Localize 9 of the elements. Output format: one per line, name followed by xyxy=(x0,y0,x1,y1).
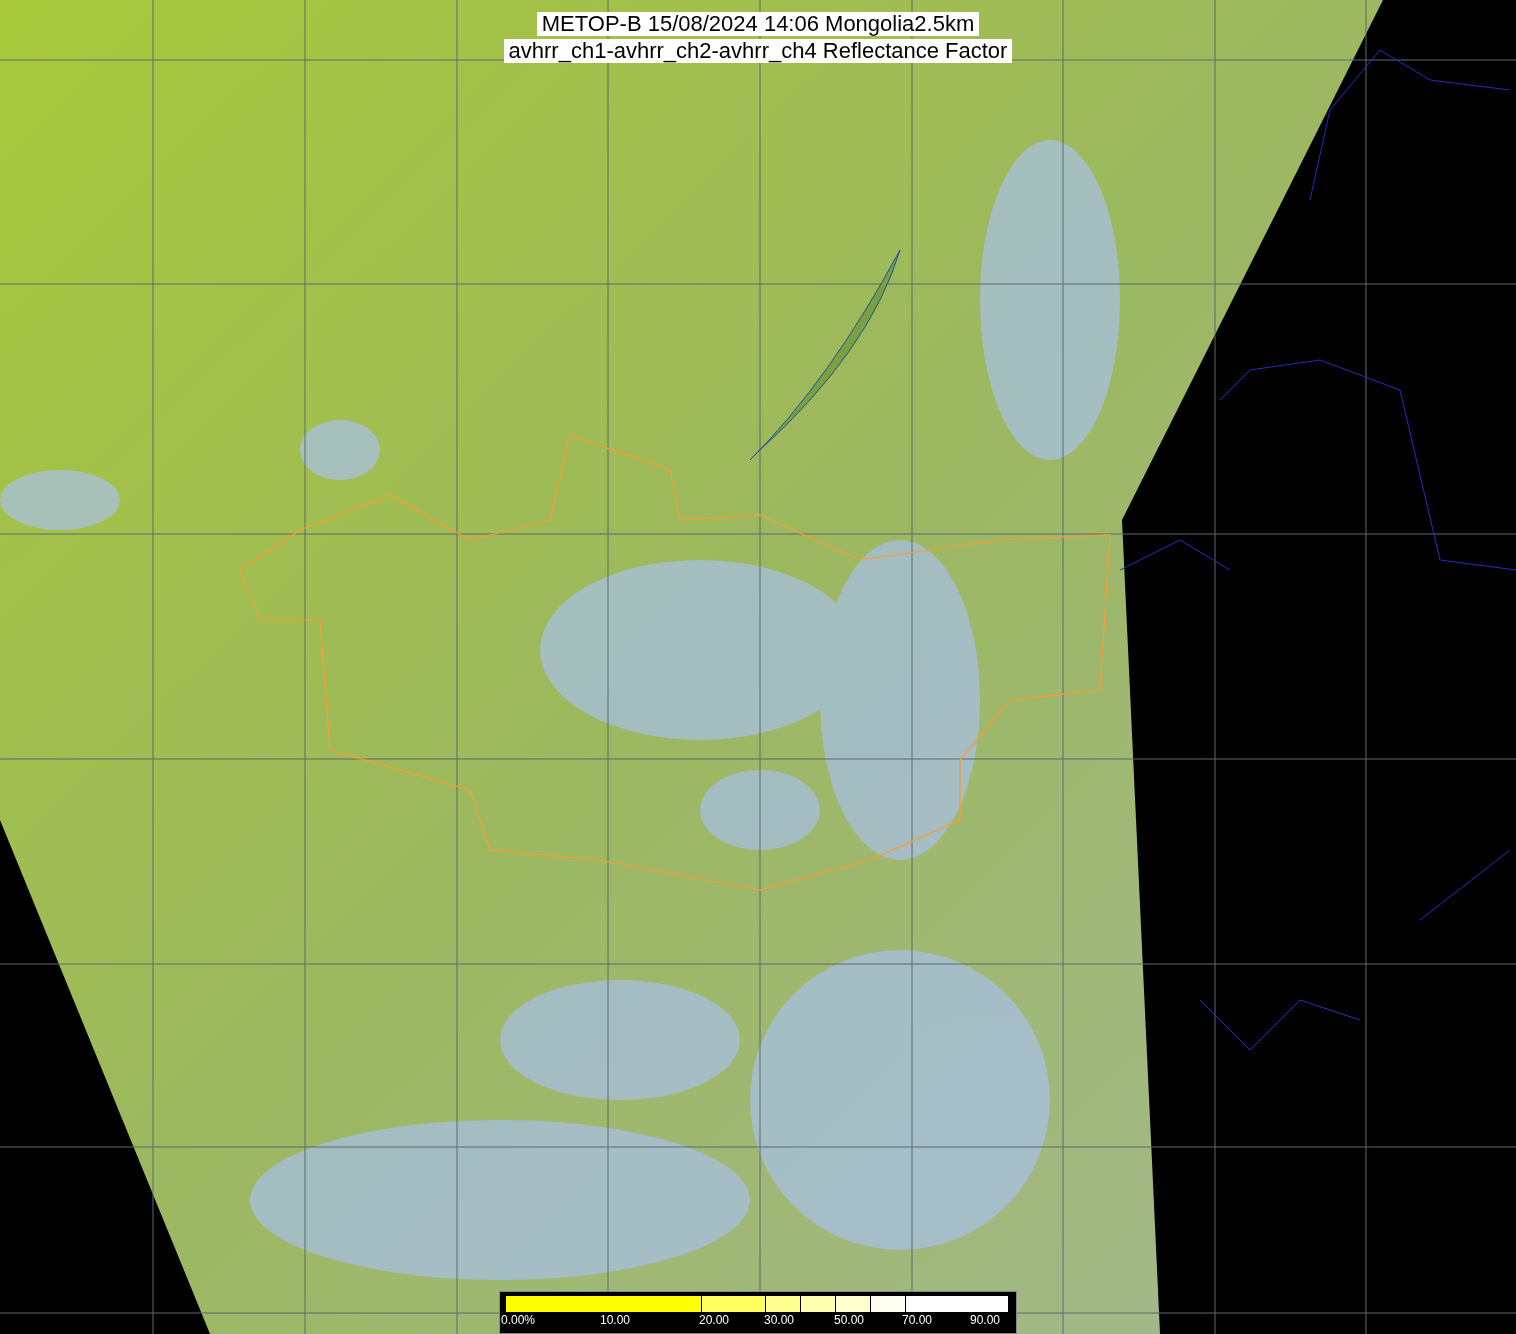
legend-label: 70.00 xyxy=(902,1313,934,1327)
legend-label: 20.00 xyxy=(699,1313,731,1327)
legend-label: 10.00 xyxy=(600,1313,632,1327)
map-title: METOP-B 15/08/2024 14:06 Mongolia2.5km xyxy=(536,12,980,36)
legend-label: 90.00 xyxy=(970,1313,1002,1327)
map-title: avhrr_ch1-avhrr_ch2-avhrr_ch4 Reflectance Factor xyxy=(503,39,1013,63)
legend-label: 0.00% xyxy=(501,1313,537,1327)
legend-label: 30.00 xyxy=(764,1313,796,1327)
legend-label: 50.00 xyxy=(834,1313,866,1327)
